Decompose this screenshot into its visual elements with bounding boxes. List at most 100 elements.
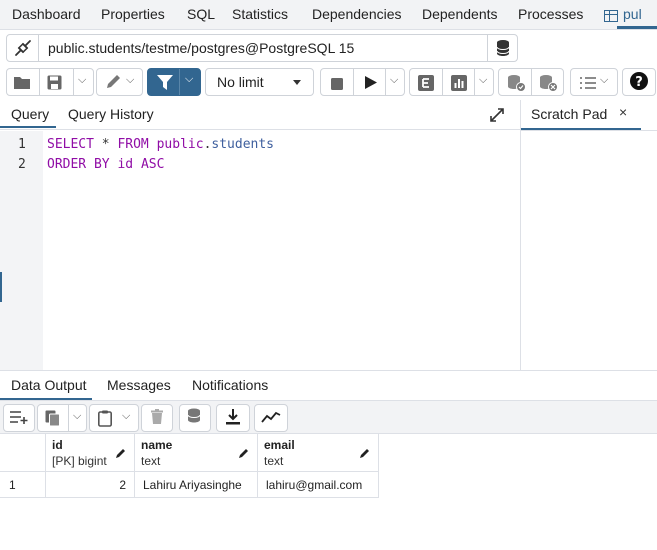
column-header-id[interactable]: id [PK] bigint [46, 434, 135, 472]
editor-tab-bar: Query Query History [0, 100, 521, 130]
download-icon [226, 408, 240, 428]
connection-bar: public.students/testme/postgres@PostgreS… [0, 31, 657, 65]
save-data-icon [187, 408, 203, 428]
connection-label: public.students/testme/postgres@PostgreS… [48, 40, 355, 56]
pencil-icon[interactable] [359, 446, 371, 462]
save-file-icon[interactable] [47, 75, 62, 93]
macros-button[interactable]: ⌵ [570, 68, 618, 96]
limit-dropdown-icon [293, 80, 301, 85]
commit-icon[interactable] [506, 74, 526, 95]
panel-resize-marker [0, 272, 2, 302]
paste-icon [98, 410, 112, 430]
line-number: 1 [18, 137, 26, 152]
copy-chevron-icon[interactable]: ⌵ [73, 410, 81, 423]
svg-text:?: ? [635, 75, 643, 90]
column-type: [PK] bigint [52, 454, 107, 468]
column-header-email[interactable]: email text [258, 434, 379, 472]
sql-keyword: ORDER BY [47, 157, 110, 172]
line-chart-icon [261, 410, 281, 426]
sql-column: id [117, 157, 134, 172]
connection-select[interactable]: public.students/testme/postgres@PostgreS… [6, 34, 518, 62]
column-name: email [264, 438, 295, 452]
database-icon[interactable] [487, 35, 517, 61]
tab-properties[interactable]: Properties [101, 6, 165, 22]
sql-keyword: ASC [140, 157, 165, 172]
tab-query-tool[interactable]: pul [617, 6, 657, 29]
stop-icon[interactable] [331, 77, 343, 93]
edit-button[interactable]: ⌵ [96, 68, 143, 96]
code-line-1[interactable]: SELECT * FROM public.students [47, 137, 274, 152]
sql-table: students [211, 137, 275, 152]
column-header-name[interactable]: name text [135, 434, 258, 472]
tab-scratch-pad[interactable]: Scratch Pad × [521, 100, 641, 130]
tab-messages[interactable]: Messages [107, 377, 171, 393]
pencil-edit-icon [105, 74, 123, 93]
cell-email[interactable]: lahiru@gmail.com [258, 472, 379, 498]
transaction-button-group [498, 68, 564, 96]
scratch-pad-label: Scratch Pad [531, 106, 608, 122]
expand-icon[interactable] [490, 108, 504, 125]
line-number-gutter: 1 2 [0, 131, 43, 370]
tab-sql[interactable]: SQL [187, 6, 215, 22]
help-icon: ? [630, 71, 648, 93]
tab-query-history[interactable]: Query History [68, 106, 154, 122]
limit-select[interactable]: No limit [205, 68, 314, 96]
column-name: name [141, 438, 173, 452]
explain-options-chevron-icon[interactable]: ⌵ [479, 74, 487, 87]
sql-keyword: FROM [117, 137, 149, 152]
edit-chevron-icon: ⌵ [126, 74, 135, 86]
rollback-icon[interactable] [538, 74, 558, 95]
copy-button[interactable]: ⌵ [37, 404, 87, 432]
explain-analyze-icon[interactable] [451, 75, 467, 94]
limit-value: No limit [217, 74, 264, 90]
copy-icon [45, 410, 61, 430]
execute-button-group: ⌵ [320, 68, 405, 96]
cell-name[interactable]: Lahiru Ariyasinghe [135, 472, 258, 498]
delete-row-button[interactable] [141, 404, 173, 432]
tab-dashboard[interactable]: Dashboard [12, 6, 81, 22]
tab-query[interactable]: Query [0, 106, 57, 128]
code-line-2[interactable]: ORDER BY id ASC [47, 157, 164, 172]
graph-visualiser-button[interactable] [254, 404, 288, 432]
pencil-icon[interactable] [238, 446, 250, 462]
help-button[interactable]: ? [622, 68, 656, 96]
connection-status-icon[interactable] [7, 35, 39, 61]
execute-play-icon[interactable] [365, 76, 377, 92]
cell-id[interactable]: 2 [46, 472, 135, 498]
sql-star: * [101, 137, 110, 152]
save-options-chevron-icon[interactable]: ⌵ [78, 74, 86, 87]
column-type: text [264, 454, 284, 468]
add-row-button[interactable] [3, 404, 35, 432]
row-number[interactable]: 1 [0, 472, 46, 498]
filter-button[interactable]: ⌵ [147, 68, 201, 96]
sql-schema: public [156, 137, 204, 152]
top-tab-bar: Dashboard Properties SQL Statistics Depe… [0, 0, 657, 30]
tab-dependencies[interactable]: Dependencies [312, 6, 402, 22]
macros-chevron-icon: ⌵ [600, 74, 609, 86]
save-data-button[interactable] [179, 404, 211, 432]
file-button-group: ⌵ [6, 68, 94, 96]
open-file-icon[interactable] [13, 75, 31, 93]
execute-options-chevron-icon[interactable]: ⌵ [390, 74, 398, 87]
add-row-icon [9, 410, 29, 427]
data-output-toolbar: ⌵ ⌵ [0, 401, 657, 434]
download-button[interactable] [216, 404, 250, 432]
trash-icon [151, 409, 163, 427]
tab-statistics[interactable]: Statistics [232, 6, 288, 22]
row-header-corner[interactable] [0, 434, 46, 472]
explain-icon[interactable] [418, 75, 434, 94]
tab-data-output[interactable]: Data Output [0, 377, 91, 400]
explain-button-group: ⌵ [409, 68, 494, 96]
paste-chevron-icon[interactable]: ⌵ [122, 410, 130, 423]
query-toolbar: ⌵ ⌵ ⌵ No limit ⌵ ⌵ ⌵ ? [0, 66, 657, 100]
paste-button[interactable]: ⌵ [89, 404, 139, 432]
close-icon[interactable]: × [619, 104, 627, 120]
pencil-icon[interactable] [115, 446, 127, 462]
scratch-divider [521, 130, 657, 131]
macros-list-icon [579, 76, 597, 93]
scratch-pad-panel: Scratch Pad × [521, 100, 657, 370]
filter-icon [157, 75, 173, 93]
tab-notifications[interactable]: Notifications [192, 377, 268, 393]
tab-dependents[interactable]: Dependents [422, 6, 498, 22]
tab-processes[interactable]: Processes [518, 6, 583, 22]
